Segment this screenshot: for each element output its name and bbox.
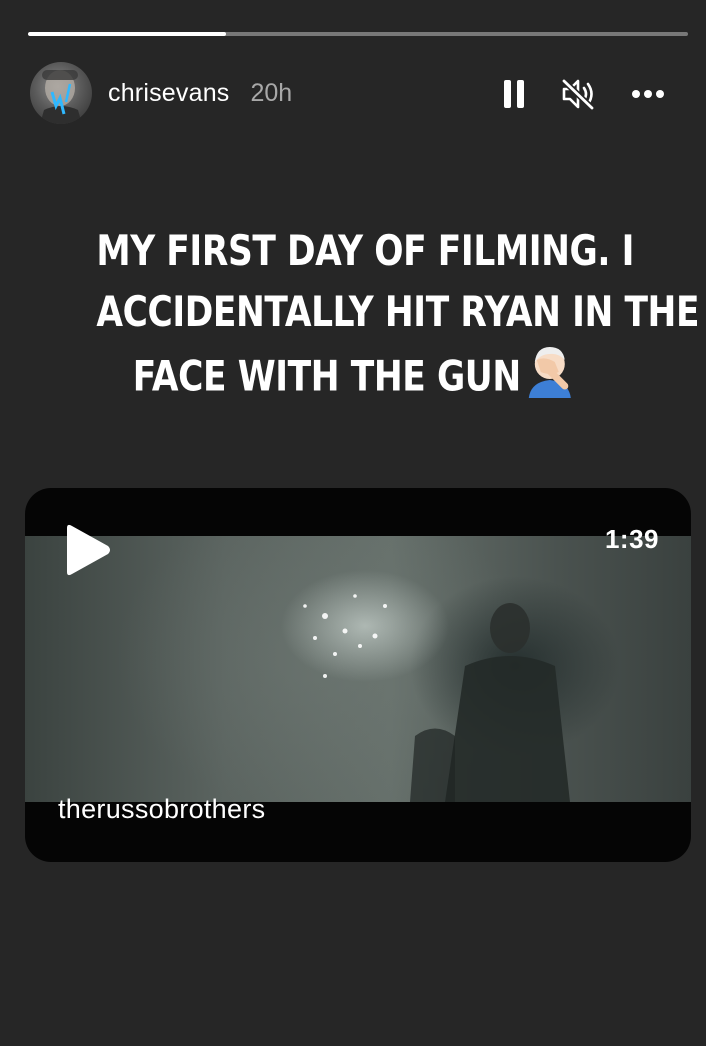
- story-caption: MY FIRST DAY OF FILMING. I ACCIDENTALLY …: [96, 220, 700, 416]
- story-progress-fill: [28, 32, 226, 36]
- speaker-muted-icon: [561, 78, 595, 110]
- story-header: chrisevans 20h: [30, 60, 680, 126]
- mute-button[interactable]: [558, 74, 598, 114]
- story-progress-bar: [28, 32, 688, 36]
- pause-button[interactable]: [494, 74, 534, 114]
- facepalm-emoji: [526, 342, 574, 416]
- caption-line: FACE WITH THE GUN: [96, 342, 609, 416]
- play-icon: [67, 524, 110, 576]
- video-thumbnail: [25, 536, 691, 802]
- post-timestamp: 20h: [250, 78, 293, 107]
- username[interactable]: chrisevans: [108, 79, 230, 108]
- shared-video-card[interactable]: 1:39 therussobrothers: [25, 488, 691, 862]
- caption-line-text: FACE WITH THE GUN: [132, 351, 521, 401]
- caption-line: ACCIDENTALLY HIT RYAN IN THE: [96, 287, 700, 336]
- video-duration: 1:39: [604, 524, 659, 554]
- more-options-button[interactable]: [628, 74, 668, 114]
- pause-icon: [504, 80, 524, 108]
- video-source-username[interactable]: therussobrothers: [58, 794, 265, 825]
- play-button[interactable]: [61, 522, 113, 578]
- caption-line: MY FIRST DAY OF FILMING. I: [96, 226, 635, 275]
- story-viewer[interactable]: chrisevans 20h MY FIRST DAY OF FILMING. …: [0, 0, 706, 1046]
- avatar[interactable]: [30, 62, 92, 124]
- story-controls: [494, 74, 668, 114]
- more-horizontal-icon: [632, 90, 664, 98]
